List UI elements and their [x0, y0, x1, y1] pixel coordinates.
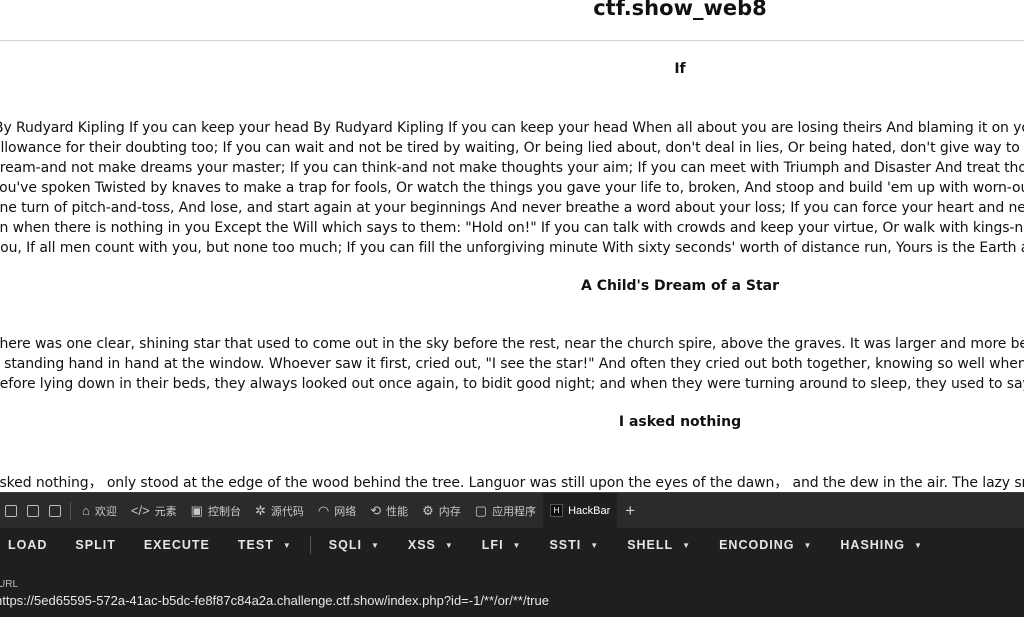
- xss-dropdown[interactable]: XSS ▼: [394, 538, 468, 552]
- poem-line: you, If all men count with you, but none…: [0, 240, 1024, 256]
- tab-performance[interactable]: ⟲ 性能: [363, 493, 415, 528]
- button-label: HASHING: [840, 538, 906, 552]
- button-label: LOAD: [8, 538, 48, 552]
- web-page: ctf.show_web8 If By Rudyard Kipling If y…: [0, 0, 1024, 492]
- caret-down-icon: ▼: [914, 540, 923, 550]
- home-icon: ⌂: [82, 503, 90, 518]
- tab-label: 内存: [438, 505, 461, 518]
- tab-separator: [70, 501, 71, 520]
- hackbar-toolbar: LOAD SPLIT EXECUTE TEST ▼ SQLI ▼ XSS ▼ LFI ▼…: [0, 529, 1024, 561]
- tab-label: 元素: [154, 505, 177, 518]
- poem-line: one turn of pitch-and-toss, And lose, an…: [0, 200, 1024, 216]
- code-icon: </>: [130, 503, 150, 518]
- poem-line: By Rudyard Kipling If you can keep your …: [0, 120, 1024, 136]
- story-line: There was one clear, shining star that u…: [0, 336, 1024, 352]
- add-tab-icon[interactable]: +: [617, 501, 643, 521]
- tab-label: 控制台: [207, 505, 241, 518]
- execute-button[interactable]: EXECUTE: [130, 538, 224, 552]
- application-icon: ▢: [474, 502, 488, 518]
- hashing-dropdown[interactable]: HASHING ▼: [826, 538, 937, 552]
- shell-dropdown[interactable]: SHELL ▼: [613, 538, 705, 552]
- tab-welcome[interactable]: ⌂ 欢迎: [75, 493, 124, 528]
- site-title: ctf.show_web8: [593, 0, 767, 20]
- story-line: before lying down in their beds, they al…: [0, 376, 1024, 392]
- split-button[interactable]: SPLIT: [61, 538, 129, 552]
- tab-elements[interactable]: </> 元素: [124, 493, 184, 528]
- bug-icon: ✲: [254, 502, 266, 518]
- toolbar-separator: [309, 536, 311, 554]
- tab-console[interactable]: ▣ 控制台: [184, 493, 248, 528]
- caret-down-icon: ▼: [590, 540, 600, 550]
- button-label: SSTI: [549, 538, 582, 552]
- url-input[interactable]: https://5ed65595-572a-41ac-b5dc-fe8f87c8…: [0, 593, 549, 608]
- button-label: SPLIT: [75, 538, 116, 552]
- devtools-panel: ⌂ 欢迎 </> 元素 ▣ 控制台 ✲ 源代码 ◠ 网络 ⟲ 性能 ⚙ 内存 ▢: [0, 492, 1024, 617]
- button-label: LFI: [481, 538, 504, 552]
- tab-label: 源代码: [270, 505, 304, 518]
- caret-down-icon: ▼: [282, 540, 292, 550]
- wifi-icon: ◠: [317, 502, 330, 518]
- tab-hackbar[interactable]: H HackBar: [543, 493, 618, 528]
- devtools-tab-bar: ⌂ 欢迎 </> 元素 ▣ 控制台 ✲ 源代码 ◠ 网络 ⟲ 性能 ⚙ 内存 ▢: [0, 493, 1024, 528]
- caret-down-icon: ▼: [444, 540, 454, 550]
- hackbar-icon: H: [550, 504, 564, 517]
- performance-icon: ⟲: [370, 502, 382, 518]
- section-heading-child-dream: A Child's Dream of a Star: [580, 278, 780, 294]
- url-label: URL: [0, 579, 19, 590]
- caret-down-icon: ▼: [370, 540, 380, 550]
- ssti-dropdown[interactable]: SSTI ▼: [535, 538, 613, 552]
- button-label: XSS: [407, 538, 436, 552]
- button-label: ENCODING: [719, 538, 795, 552]
- tab-label: 应用程序: [492, 505, 537, 518]
- encoding-dropdown[interactable]: ENCODING ▼: [705, 538, 826, 552]
- section-heading-if: If: [674, 61, 686, 77]
- poem-line: dream-and not make dreams your master; I…: [0, 160, 1024, 176]
- tab-label: 欢迎: [94, 505, 117, 518]
- tab-network[interactable]: ◠ 网络: [311, 493, 363, 528]
- tab-label: 性能: [386, 505, 409, 518]
- device-toggle-icon[interactable]: [27, 504, 39, 517]
- test-dropdown[interactable]: TEST ▼: [224, 538, 306, 552]
- button-label: TEST: [237, 538, 274, 552]
- tab-label: HackBar: [568, 504, 611, 517]
- poem-line: allowance for their doubting too; If you…: [0, 140, 1024, 156]
- console-icon: ▣: [190, 502, 203, 518]
- story-line: asked nothing， only stood at the edge of…: [0, 475, 1024, 491]
- tab-memory[interactable]: ⚙ 内存: [415, 493, 468, 528]
- header-divider: [0, 40, 1024, 41]
- story-line: d standing hand in hand at the window. W…: [0, 356, 1024, 372]
- button-label: EXECUTE: [143, 538, 210, 552]
- memory-icon: ⚙: [422, 502, 434, 518]
- tab-label: 网络: [334, 505, 357, 518]
- caret-down-icon: ▼: [682, 540, 692, 550]
- inspect-icon[interactable]: [5, 504, 17, 517]
- poem-line: you've spoken Twisted by knaves to make …: [0, 180, 1024, 196]
- button-label: SQLI: [328, 538, 362, 552]
- caret-down-icon: ▼: [803, 540, 813, 550]
- sqli-dropdown[interactable]: SQLI ▼: [315, 538, 394, 552]
- poem-line: on when there is nothing in you Except t…: [0, 220, 1024, 236]
- caret-down-icon: ▼: [512, 540, 522, 550]
- button-label: SHELL: [627, 538, 674, 552]
- dock-icon[interactable]: [49, 504, 61, 517]
- lfi-dropdown[interactable]: LFI ▼: [468, 538, 536, 552]
- tab-application[interactable]: ▢ 应用程序: [468, 493, 543, 528]
- section-heading-asked-nothing: I asked nothing: [618, 414, 742, 430]
- load-button[interactable]: LOAD: [0, 538, 61, 552]
- tab-sources[interactable]: ✲ 源代码: [248, 493, 311, 528]
